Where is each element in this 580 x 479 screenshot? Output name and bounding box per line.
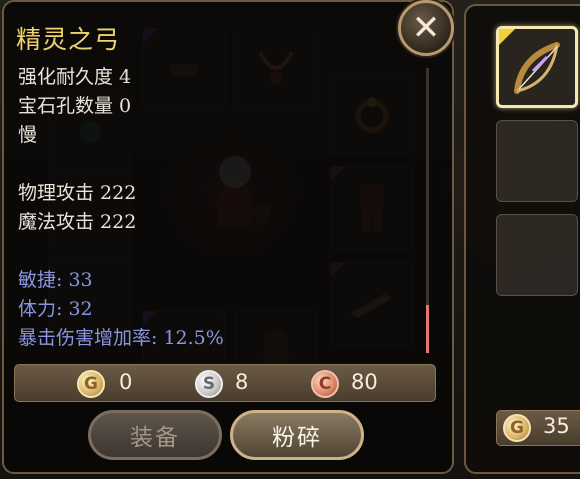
copper-price: 80 — [351, 370, 378, 394]
smash-button[interactable]: 粉碎 — [230, 410, 364, 460]
gold-coin-icon: G — [77, 370, 105, 398]
item-name: 精灵之弓 — [16, 25, 121, 54]
close-button[interactable]: ✕ — [398, 0, 454, 56]
stat-stamina: 体力: 32 — [18, 298, 93, 320]
player-gold-bar: G 35 — [496, 410, 580, 446]
gold-coin-icon: G — [503, 414, 531, 442]
stat-physical-attack: 物理攻击 222 — [18, 182, 137, 204]
equip-button[interactable]: 装备 — [88, 410, 222, 460]
stat-enhance-durability: 强化耐久度 4 — [18, 66, 132, 88]
tooltip-scroll-thumb[interactable] — [426, 305, 429, 353]
stat-magic-attack: 魔法攻击 222 — [18, 211, 137, 233]
gold-price: 0 — [119, 370, 133, 394]
close-icon: ✕ — [411, 8, 441, 48]
player-gold-amount: 35 — [543, 414, 570, 438]
stat-agility: 敏捷: 33 — [18, 269, 93, 291]
stat-attack-speed: 慢 — [18, 124, 38, 146]
inventory-slot-selected[interactable] — [496, 26, 578, 108]
bow-icon — [514, 42, 560, 94]
price-bar: G 0 S 8 C 80 — [14, 364, 436, 402]
copper-coin-icon: C — [311, 370, 339, 398]
silver-price: 8 — [235, 370, 249, 394]
stat-gem-slots: 宝石孔数量 0 — [18, 95, 132, 117]
silver-coin-icon: S — [195, 370, 223, 398]
stat-crit-damage: 暴击伤害增加率: 12.5% — [18, 327, 224, 349]
inventory-slot[interactable] — [496, 120, 578, 202]
inventory-slot[interactable] — [496, 214, 578, 296]
